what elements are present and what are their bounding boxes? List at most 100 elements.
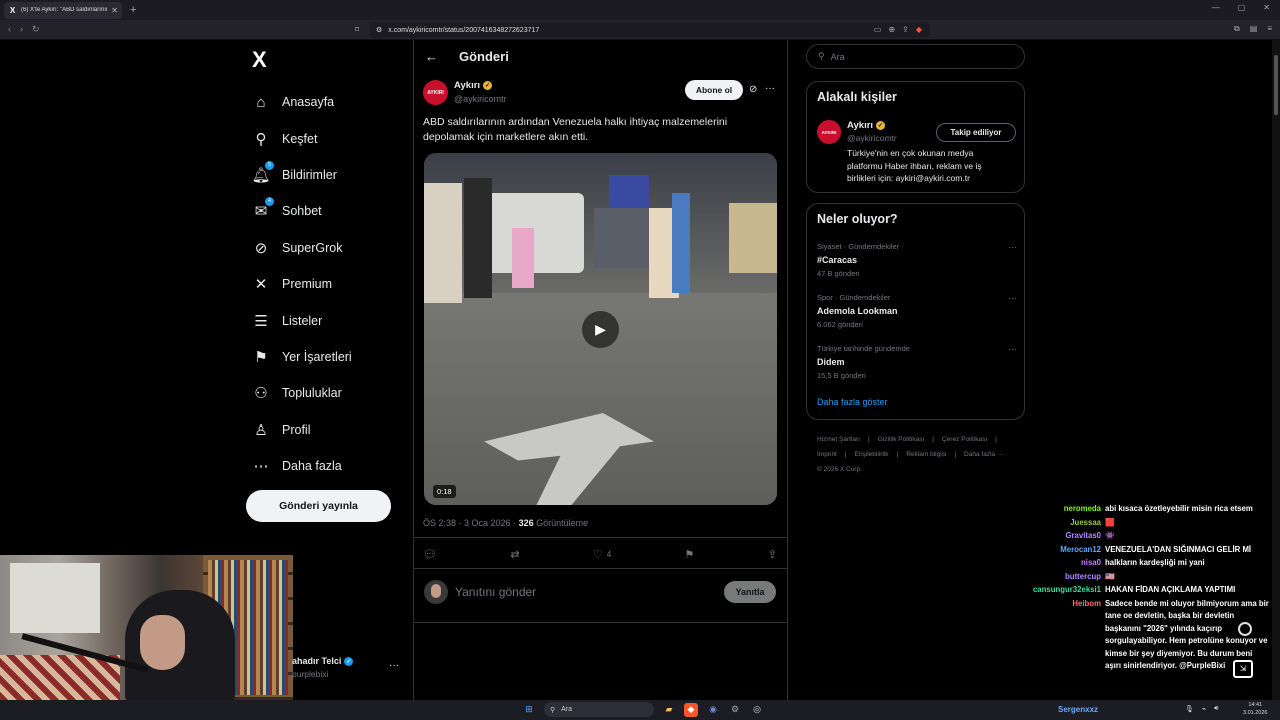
chat-settings-icon[interactable] xyxy=(1238,622,1252,636)
maximize-icon[interactable]: ▢ xyxy=(1238,3,1246,12)
footer-link[interactable]: Çerez Politikası xyxy=(942,436,987,443)
footer-link[interactable]: Reklam bilgisi xyxy=(906,451,946,458)
bookmark-page-icon[interactable]: ⌑ xyxy=(355,25,359,34)
chat-user: cansungur32eksi1 xyxy=(1032,585,1101,594)
chat-message: neromeda abi kısaca özetleyebilir misin r… xyxy=(1020,503,1280,516)
trend-more-icon[interactable]: ··· xyxy=(1008,344,1017,354)
file-explorer-icon[interactable]: ▰ xyxy=(662,703,676,717)
trend-item[interactable]: Siyaset · Gündemdekiler #Caracas 47 B gö… xyxy=(817,242,1017,278)
trend-category: Türkiye tarihinde gündemde xyxy=(817,344,910,353)
footer-link[interactable]: Gizlilik Politikası xyxy=(878,436,925,443)
taskbar-search[interactable]: ⚲ Ara xyxy=(544,702,654,717)
tweet-text: ABD saldırılarının ardından Venezuela ha… xyxy=(423,116,728,143)
bookmark-icon: ⚑ xyxy=(254,348,268,366)
new-tab-icon[interactable]: + xyxy=(130,4,136,16)
author-name[interactable]: Aykırı xyxy=(454,80,480,91)
footer-link[interactable]: Erişilebilirlik xyxy=(855,451,889,458)
related-avatar[interactable]: AYKIRI xyxy=(817,120,841,144)
trend-more-icon[interactable]: ··· xyxy=(1008,242,1017,252)
trend-count: 47 B gönderi xyxy=(817,269,860,278)
clock[interactable]: 14:41 3.01.2026 xyxy=(1243,701,1267,717)
nav-item-bookmarks[interactable]: ⚑ Yer İşaretleri xyxy=(252,339,351,375)
volume-icon[interactable]: 🔊︎ xyxy=(1214,705,1218,713)
back-arrow-icon[interactable]: ← xyxy=(425,49,438,64)
post-button[interactable]: Gönderi yayınla xyxy=(246,490,391,522)
windows-start-icon[interactable]: ⊞ xyxy=(522,703,536,717)
share-icon[interactable]: ⇪ xyxy=(902,25,909,34)
tweet-more-icon[interactable]: ··· xyxy=(765,83,775,94)
scrollbar[interactable] xyxy=(1272,40,1280,700)
chat-message: nisa0 halkların kardeşliği mi yani xyxy=(1020,557,1280,570)
nav-item-profile[interactable]: ♙ Profil xyxy=(252,412,352,448)
tab-title: (6) X'te Aykırı: "ABD saldırılarının... xyxy=(21,7,108,13)
show-more-link[interactable]: Daha fazla göster xyxy=(817,397,888,407)
author-handle[interactable]: @aykiricomtr xyxy=(454,94,507,104)
subscribe-button[interactable]: Abone ol xyxy=(685,80,743,100)
tweet-author[interactable]: AYKIRI Aykırı ✓ @aykiricomtr xyxy=(423,80,507,105)
brave-browser-icon[interactable]: ◆ xyxy=(684,702,698,717)
trend-item[interactable]: Türkiye tarihinde gündemde Didem 15,5 B … xyxy=(817,344,1017,380)
reply-input[interactable]: Yanıtını gönder xyxy=(455,585,536,599)
author-avatar[interactable]: AYKIRI xyxy=(423,80,448,105)
browser-tab[interactable]: X (6) X'te Aykırı: "ABD saldırılarının..… xyxy=(4,1,122,19)
grok-icon[interactable]: ⊘ xyxy=(749,84,757,95)
account-more-icon[interactable]: ··· xyxy=(389,660,399,671)
reader-icon[interactable]: ▭ xyxy=(874,25,882,34)
search-input[interactable]: ⚲ Ara xyxy=(806,44,1025,69)
related-name[interactable]: Aykırı xyxy=(847,120,873,131)
x-logo-icon[interactable]: X xyxy=(252,47,267,73)
zoom-icon[interactable]: ⊕ xyxy=(888,25,895,34)
tweet-time[interactable]: ÖS 2:38 · 3 Oca 2026 · xyxy=(423,518,519,528)
site-settings-icon[interactable]: ⚙ xyxy=(376,26,382,34)
extensions-icon[interactable]: ⧉ xyxy=(1234,24,1240,34)
nav-item-supergrok[interactable]: ⊘ SuperGrok xyxy=(252,230,352,266)
nav-item-explore[interactable]: ⚲ Keşfet xyxy=(252,120,352,156)
sidebar-icon[interactable]: ▤ xyxy=(1250,24,1258,34)
close-tab-icon[interactable]: ✕ xyxy=(111,6,118,15)
reply-icon[interactable]: 💬︎ xyxy=(423,548,437,561)
column-header: ← Gönderi xyxy=(413,40,788,73)
brave-shield-icon[interactable]: ◆ xyxy=(916,25,922,34)
url-bar[interactable]: ⚙ x.com/aykiricomtr/status/2007416348272… xyxy=(370,22,930,38)
nav-item-communities[interactable]: ⚇ Topluluklar xyxy=(252,375,352,411)
menu-icon[interactable]: ≡ xyxy=(1267,24,1272,34)
reload-icon[interactable]: ↻ xyxy=(32,24,40,35)
nav-item-premium[interactable]: ✕ Premium xyxy=(252,266,352,302)
chat-popout-icon[interactable]: ⇲ xyxy=(1233,660,1253,678)
nav-item-notifications[interactable]: 🔔︎ 5 Bildirimler xyxy=(251,157,352,193)
nav-item-home[interactable]: ⌂ Anasayfa xyxy=(252,84,352,120)
like-button[interactable]: ♡ 4 xyxy=(593,548,611,561)
footer-link[interactable]: Imprint xyxy=(817,451,837,458)
chat-text: VENEZUELA'DAN SIĞINMACI GELİR Mİ xyxy=(1105,544,1252,554)
nav-label: Daha fazla xyxy=(282,459,342,474)
nav-item-chat[interactable]: ✉ 4 Sohbet xyxy=(252,193,352,229)
footer-link[interactable]: Hizmet Şartları xyxy=(817,436,860,443)
close-window-icon[interactable]: ✕ xyxy=(1263,3,1270,12)
mic-icon[interactable]: 🎙︎ xyxy=(1185,705,1194,713)
trend-more-icon[interactable]: ··· xyxy=(1008,293,1017,303)
forward-icon[interactable]: › xyxy=(20,24,23,35)
tweet-video[interactable]: ▶ 0:18 xyxy=(424,153,777,505)
chat-user: Gravitas0 xyxy=(1065,531,1101,540)
share-icon[interactable]: ⇪ xyxy=(768,548,777,561)
following-button[interactable]: Takip ediliyor xyxy=(936,123,1016,142)
retweet-icon[interactable]: ⇄ xyxy=(510,548,519,561)
back-icon[interactable]: ‹ xyxy=(8,24,11,35)
steam-icon[interactable]: ⚙ xyxy=(728,703,742,717)
footer-sep: | xyxy=(954,451,957,458)
nav-item-lists[interactable]: ☰ Listeler xyxy=(252,302,352,338)
reply-button[interactable]: Yanıtla xyxy=(724,581,776,603)
mail-icon: ✉ 4 xyxy=(252,197,274,220)
bookmark-icon[interactable]: ⚑ xyxy=(685,548,695,561)
play-icon[interactable]: ▶ xyxy=(582,311,619,348)
obs-icon[interactable]: ◎ xyxy=(750,703,764,717)
trend-item[interactable]: Spor · Gündemdekiler Ademola Lookman 6.0… xyxy=(817,293,1017,329)
discord-icon[interactable]: ◉ xyxy=(706,703,720,717)
chat-text: HAKAN FİDAN AÇIKLAMA YAPTIMI xyxy=(1105,585,1236,594)
grok-icon: ⊘ xyxy=(254,239,268,257)
minimize-icon[interactable]: — xyxy=(1212,3,1220,12)
nav-item-more[interactable]: ⋯ Daha fazla xyxy=(252,448,352,484)
footer-link[interactable]: Daha fazla ··· xyxy=(964,451,1003,458)
account-switcher[interactable]: ahadır Telci ✓ purplebixi xyxy=(292,656,354,679)
network-icon[interactable]: ⌁ xyxy=(1202,705,1206,713)
